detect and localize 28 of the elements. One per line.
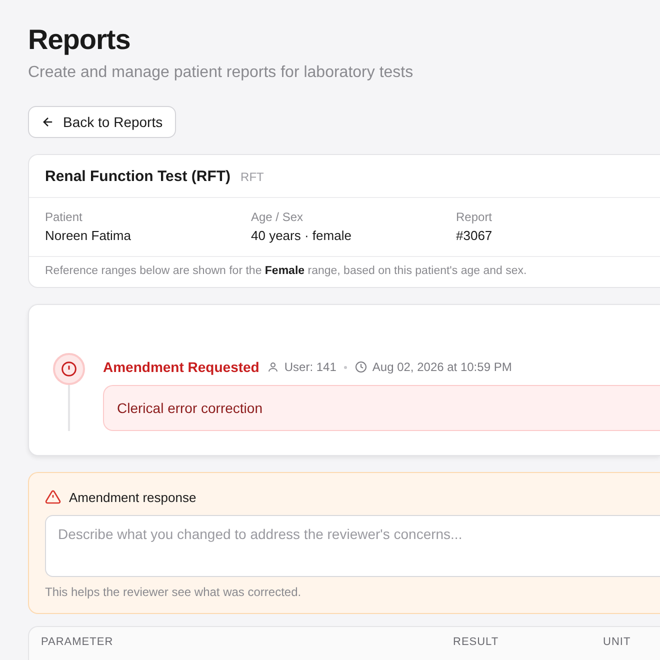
response-title: Amendment response [69, 490, 196, 504]
column-header: UNIT [603, 636, 632, 650]
event-message: Clerical error correction [103, 385, 660, 431]
field-label: Age / Sex [251, 210, 304, 224]
clock-icon [355, 361, 368, 373]
page-title: Reports [28, 24, 132, 56]
event-user: User: 141 [284, 360, 336, 374]
test-code: RFT [240, 170, 264, 184]
separator-dot [344, 366, 348, 368]
field-value: Noreen Fatima [45, 228, 132, 243]
field-label: Report [456, 210, 494, 224]
response-input[interactable]: Describe what you changed to address the reviewer's concerns... [45, 515, 660, 577]
warning-icon [45, 489, 61, 505]
event-title: Amendment Requested [103, 359, 260, 375]
test-title: Renal Function Test (RFT) [45, 168, 231, 185]
alert-circle-icon [61, 361, 77, 377]
field-value: #3067 [456, 228, 494, 243]
event-time: Aug 02, 2026 at 10:59 PM [372, 360, 512, 374]
column-header: RESULT [453, 636, 500, 650]
field-value: 40 years · female [251, 228, 352, 243]
arrow-left-icon [41, 115, 55, 129]
user-icon [267, 361, 280, 373]
back-button[interactable]: Back to Reports [28, 106, 176, 138]
column-header: PARAMETER [41, 636, 114, 650]
page-subtitle: Create and manage patient reports for laboratory tests [28, 64, 414, 82]
reference-note: Reference ranges below are shown for the Female range, based on this patient's age and sex. [44, 264, 528, 279]
field-label: Patient [45, 210, 84, 224]
response-hint: This helps the reviewer see what was corrected. [45, 585, 302, 599]
